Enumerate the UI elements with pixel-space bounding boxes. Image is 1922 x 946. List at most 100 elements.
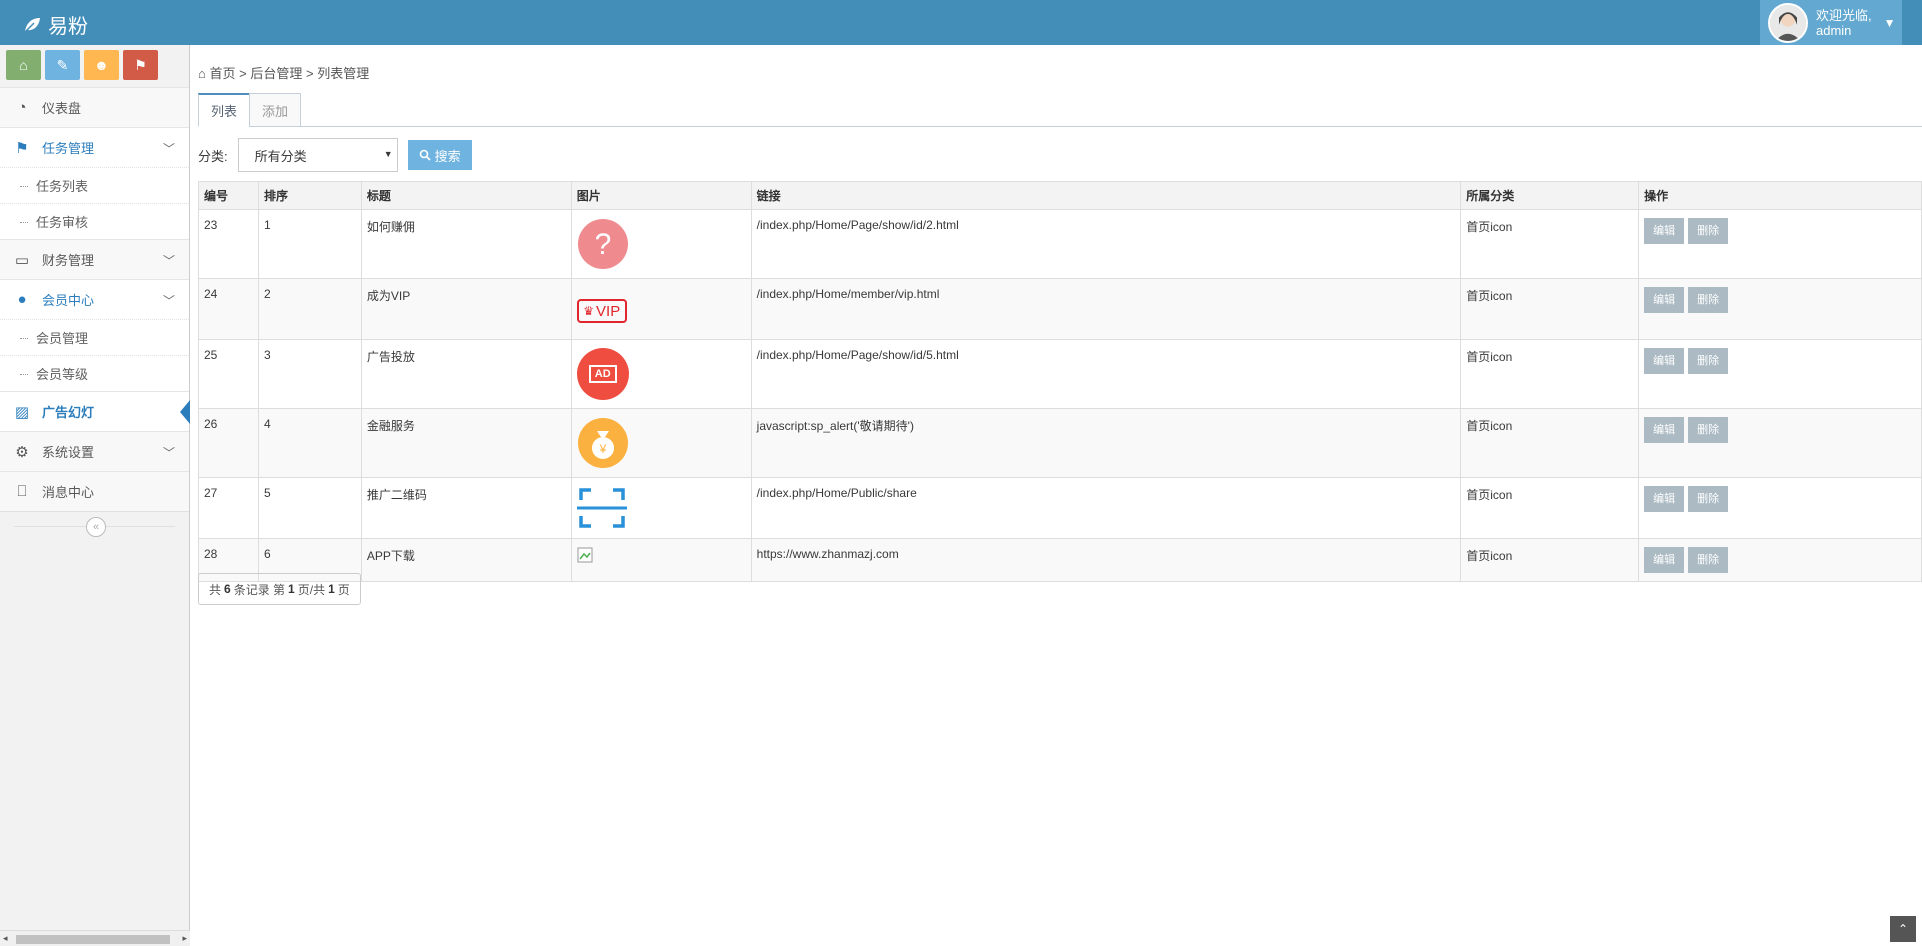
sidebar-item-members[interactable]: ● 会员中心 ﹀ — [0, 279, 189, 319]
cell-image: ¥ — [570, 408, 752, 478]
sidebar-subitem-label: 会员管理 — [36, 331, 89, 346]
edit-button[interactable]: 编辑 — [1644, 218, 1685, 244]
broken-image-icon — [577, 547, 593, 563]
cell-image — [570, 477, 752, 539]
sidebar-subitem-task-list[interactable]: 任务列表 — [0, 167, 189, 203]
sidebar-collapse-bar: « — [0, 511, 189, 543]
cell-id: 27 — [198, 477, 259, 539]
chevron-down-icon: ﹀ — [162, 142, 175, 156]
delete-button[interactable]: 删除 — [1688, 348, 1729, 374]
data-table: 编号 排序 标题 图片 链接 所属分类 操作 23 1 如何赚佣 ? /inde… — [198, 181, 1922, 582]
cell-image: ♛ VIP — [570, 278, 752, 340]
breadcrumb: ⌂ 首页 > 后台管理 > 列表管理 — [198, 63, 369, 82]
scroll-thumb[interactable] — [16, 935, 170, 944]
sidebar-item-messages[interactable]: ⎕ 消息中心 — [0, 471, 189, 511]
leaf-icon — [24, 17, 40, 33]
edit-button[interactable]: 编辑 — [1644, 348, 1685, 374]
cell-actions: 编辑 删除 — [1638, 339, 1922, 409]
tab-list[interactable]: 列表 — [198, 93, 251, 127]
cell-id: 24 — [198, 278, 259, 340]
main-content: ⌂ 首页 > 后台管理 > 列表管理 列表 添加 分类: 所有分类 ▼ 搜索 编… — [198, 45, 1922, 946]
cell-id: 26 — [198, 408, 259, 478]
user-menu[interactable]: 欢迎光临, admin ▼ — [1760, 0, 1902, 45]
sidebar-item-dashboard[interactable]: ◔ 仪表盘 — [0, 87, 189, 127]
chevron-down-icon: ﹀ — [162, 294, 175, 308]
svg-text:¥: ¥ — [598, 442, 606, 456]
cell-title: 推广二维码 — [360, 477, 572, 539]
edit-button[interactable]: 编辑 — [1644, 417, 1685, 443]
double-chevron-left-icon[interactable]: « — [86, 517, 106, 537]
flag-icon[interactable]: ⚑ — [123, 50, 158, 80]
cell-category: 首页icon — [1460, 278, 1640, 340]
sidebar-subitem-label: 任务审核 — [36, 215, 89, 230]
users-icon[interactable]: ☻ — [84, 50, 119, 80]
delete-button[interactable]: 删除 — [1688, 547, 1729, 573]
delete-button[interactable]: 删除 — [1688, 218, 1729, 244]
caret-down-icon: ▼ — [383, 149, 393, 159]
tab-bar: 列表 添加 — [198, 93, 1922, 127]
scroll-right-icon[interactable]: ▸ — [182, 933, 187, 944]
brand-name: 易粉 — [48, 16, 88, 38]
cell-category: 首页icon — [1460, 209, 1640, 279]
table-row: 23 1 如何赚佣 ? /index.php/Home/Page/show/id… — [198, 209, 1922, 279]
cell-order: 2 — [257, 278, 362, 340]
tab-add[interactable]: 添加 — [249, 93, 302, 127]
scroll-to-top-icon[interactable]: ⌃ — [1890, 916, 1916, 942]
sidebar-item-slides[interactable]: ▨ 广告幻灯 — [0, 391, 190, 431]
chevron-down-icon: ﹀ — [162, 254, 175, 268]
breadcrumb-current: 列表管理 — [317, 66, 370, 81]
sidebar-subitem-member-manage[interactable]: 会员管理 — [0, 319, 189, 355]
search-button[interactable]: 搜索 — [407, 140, 472, 170]
cell-order: 1 — [257, 209, 362, 279]
money-bag-icon: ¥ — [577, 418, 628, 468]
column-header-image: 图片 — [570, 181, 752, 210]
home-icon[interactable]: ⌂ — [6, 50, 41, 80]
cell-image: AD — [570, 339, 752, 409]
svg-text:?: ? — [594, 228, 611, 261]
sidebar-item-finance[interactable]: ▭ 财务管理 ﹀ — [0, 239, 189, 279]
delete-button[interactable]: 删除 — [1688, 417, 1729, 443]
sidebar-item-tasks[interactable]: ⚑ 任务管理 ﹀ — [0, 127, 189, 167]
column-header-category: 所属分类 — [1460, 181, 1640, 210]
breadcrumb-section[interactable]: 后台管理 — [250, 66, 302, 81]
scan-icon — [576, 488, 627, 528]
edit-button[interactable]: 编辑 — [1644, 486, 1685, 512]
cell-id: 23 — [198, 209, 259, 279]
cell-id: 25 — [198, 339, 259, 409]
delete-button[interactable]: 删除 — [1688, 287, 1729, 313]
ad-text: AD — [588, 365, 617, 383]
sidebar-item-settings[interactable]: ⚙ 系统设置 ﹀ — [0, 431, 189, 471]
sidebar-subitem-member-level[interactable]: 会员等级 — [0, 355, 189, 391]
sidebar-item-label: 财务管理 — [42, 253, 95, 268]
pager-page: 1 — [288, 582, 295, 596]
scroll-left-icon[interactable]: ◂ — [3, 933, 8, 944]
delete-button[interactable]: 删除 — [1688, 486, 1729, 512]
cell-category: 首页icon — [1460, 538, 1640, 582]
tools-icon[interactable]: ✎ — [45, 50, 80, 80]
brand[interactable]: 易粉 — [22, 10, 88, 39]
edit-button[interactable]: 编辑 — [1644, 287, 1685, 313]
greeting: 欢迎光临, — [1816, 7, 1872, 23]
cell-order: 3 — [257, 339, 362, 409]
picture-icon: ▨ — [14, 403, 30, 421]
chevron-down-icon: ﹀ — [162, 446, 175, 460]
cell-link: https://www.zhanmazj.com — [750, 538, 1462, 582]
gear-icon: ⚙ — [15, 443, 29, 461]
sidebar-subitem-task-review[interactable]: 任务审核 — [0, 203, 189, 239]
cell-order: 4 — [257, 408, 362, 478]
table-row: 26 4 金融服务 ¥ javascript:sp_alert('敬请期待') … — [198, 408, 1922, 478]
sidebar-item-label: 消息中心 — [42, 485, 95, 500]
edit-button[interactable]: 编辑 — [1644, 547, 1685, 573]
column-header-order: 排序 — [257, 181, 362, 210]
sidebar-subitem-label: 任务列表 — [36, 179, 89, 194]
horizontal-scrollbar[interactable]: ◂ ▸ — [0, 930, 190, 946]
breadcrumb-separator: > — [239, 66, 247, 81]
cell-actions: 编辑 删除 — [1638, 278, 1922, 340]
cell-actions: 编辑 删除 — [1638, 209, 1922, 279]
avatar — [1768, 2, 1808, 43]
filter-label: 分类: — [198, 148, 228, 164]
caret-down-icon: ▼ — [1883, 15, 1896, 30]
cell-category: 首页icon — [1460, 477, 1640, 539]
breadcrumb-home[interactable]: 首页 — [209, 66, 235, 81]
category-select[interactable]: 所有分类 ▼ — [237, 138, 398, 172]
